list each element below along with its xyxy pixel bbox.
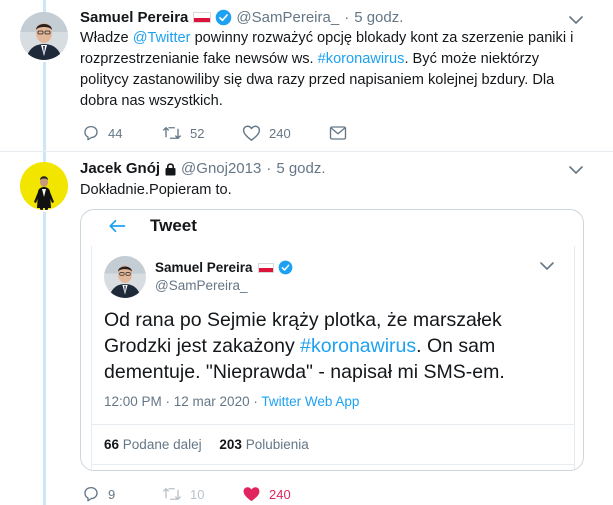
embedded-divider [92, 424, 574, 425]
tweet-divider [0, 151, 613, 152]
hashtag-link[interactable]: #koronawirus [318, 51, 405, 67]
avatar-samuel-pereira[interactable] [104, 256, 146, 298]
chevron-down-icon[interactable] [569, 166, 583, 175]
reply-button[interactable]: 9 [82, 485, 162, 503]
verified-badge-icon [216, 9, 232, 26]
tweet1-text: Władze @Twitter powinny rozważyć opcję b… [80, 28, 580, 112]
heart-icon [242, 125, 261, 141]
embedded-tweet-card[interactable]: Tweet Samuel Pereira @SamPereira_ Od ran… [80, 209, 584, 471]
tweet2-actions: 9 10 240 [82, 485, 329, 503]
retweet-count: 10 [190, 486, 205, 502]
author-name[interactable]: Jacek Gnój [80, 160, 160, 177]
retweet-icon [163, 127, 181, 139]
inner-border [91, 246, 92, 470]
likes-label: Polubienia [245, 437, 309, 452]
retweets-stat[interactable]: 66 Podane dalej [104, 437, 202, 452]
mail-icon [329, 126, 347, 140]
tweet2-text: Dokładnie.Popieram to. [80, 182, 232, 198]
poland-flag-icon [193, 12, 212, 23]
embedded-header-title: Tweet [150, 216, 197, 235]
like-count: 240 [269, 125, 291, 141]
chevron-down-icon[interactable] [540, 262, 554, 271]
tweet-time[interactable]: 5 godz. [354, 9, 403, 26]
reply-icon [84, 486, 98, 502]
author-handle[interactable]: @Gnoj2013 [181, 160, 261, 177]
retweet-button[interactable]: 10 [162, 485, 242, 503]
reply-icon [84, 125, 98, 141]
likes-stat[interactable]: 203 Polubienia [219, 437, 308, 452]
hashtag-link[interactable]: #koronawirus [300, 335, 416, 357]
thread-line-lower [43, 212, 46, 505]
embedded-tweet-text: Od rana po Sejmie krąży plotka, że marsz… [104, 307, 544, 385]
author-name[interactable]: Samuel Pereira [155, 260, 253, 275]
separator-dot: · [344, 9, 350, 26]
separator-dot: · [266, 160, 272, 177]
back-arrow-icon[interactable] [108, 218, 126, 234]
like-button[interactable]: 240 [242, 485, 329, 503]
reply-count: 44 [108, 125, 123, 141]
tweet-text-part: Władze [80, 30, 133, 46]
poland-flag-icon [257, 262, 274, 273]
lock-icon [165, 162, 176, 175]
reply-button[interactable]: 44 [82, 124, 162, 142]
chevron-down-icon[interactable] [569, 16, 583, 25]
thread-line-middle [43, 62, 46, 162]
avatar-jacek-gnoj[interactable] [20, 162, 68, 210]
timestamp-text[interactable]: 12:00 PM · 12 mar 2020 · [104, 394, 261, 409]
heart-filled-icon [243, 487, 260, 502]
mention-link[interactable]: @Twitter [133, 30, 191, 46]
thread-line-top [43, 0, 46, 12]
retweet-icon [163, 488, 181, 500]
inner-border [574, 246, 575, 470]
like-count: 240 [269, 486, 291, 502]
embedded-author: Samuel Pereira [155, 260, 293, 275]
tweet1-actions: 44 52 240 [82, 124, 347, 142]
likes-count: 203 [219, 437, 242, 452]
tweet2-header: Jacek Gnój @Gnoj2013 · 5 godz. [80, 160, 326, 177]
like-button[interactable]: 240 [242, 124, 329, 142]
reply-count: 9 [108, 486, 116, 502]
avatar-samuel-pereira[interactable] [20, 12, 68, 60]
author-handle[interactable]: @SamPereira_ [155, 278, 248, 293]
verified-badge-icon [278, 260, 292, 275]
embedded-divider-bottom [92, 464, 574, 465]
embedded-timestamp: 12:00 PM · 12 mar 2020 · Twitter Web App [104, 394, 359, 409]
source-link[interactable]: Twitter Web App [261, 394, 359, 409]
tweet1-header: Samuel Pereira @SamPereira_ · 5 godz. [80, 9, 403, 26]
embedded-stats: 66 Podane dalej 203 Polubienia [104, 437, 309, 452]
retweets-count: 66 [104, 437, 120, 452]
author-handle[interactable]: @SamPereira_ [236, 9, 339, 26]
retweet-button[interactable]: 52 [162, 124, 242, 142]
retweet-count: 52 [190, 125, 205, 141]
share-button[interactable] [329, 125, 347, 141]
author-name[interactable]: Samuel Pereira [80, 9, 188, 26]
tweet-time[interactable]: 5 godz. [276, 160, 325, 177]
retweets-label: Podane dalej [122, 437, 202, 452]
